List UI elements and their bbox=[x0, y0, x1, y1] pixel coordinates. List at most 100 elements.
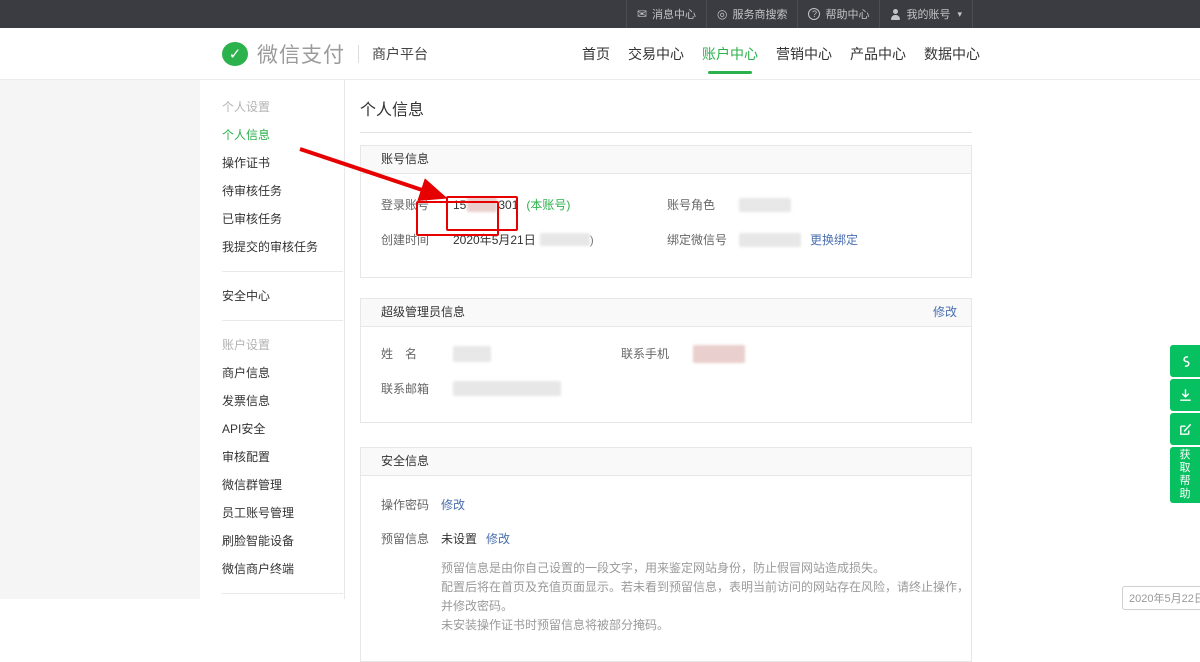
topbar-item-label: 消息中心 bbox=[652, 6, 696, 22]
account-card-header: 账号信息 bbox=[361, 146, 971, 174]
sidebar-item-api-security[interactable]: API安全 bbox=[200, 415, 344, 443]
redacted-blob bbox=[453, 381, 561, 396]
admin-card-title: 超级管理员信息 bbox=[381, 299, 465, 326]
admin-row-1: 姓 名 联系手机 bbox=[361, 336, 971, 371]
account-info-card: 账号信息 登录账号 15301 (本账号) 账号角色 创建时间 2020年5月2… bbox=[360, 145, 972, 278]
float-help-widget: 获取帮助 bbox=[1170, 345, 1200, 503]
sidebar-item-my-submitted-review-tasks[interactable]: 我提交的审核任务 bbox=[200, 233, 344, 261]
download-icon bbox=[1178, 388, 1193, 403]
caret-down-icon: ▾ bbox=[957, 9, 962, 20]
redacted-blob bbox=[467, 197, 497, 212]
nav-trade-center[interactable]: 交易中心 bbox=[628, 44, 684, 64]
help-icon: ? bbox=[808, 8, 820, 20]
topbar-item-service-search[interactable]: ◎ 服务商搜索 bbox=[706, 0, 797, 28]
sidebar-item-operation-certificate[interactable]: 操作证书 bbox=[200, 149, 344, 177]
topbar-item-help-center[interactable]: ? 帮助中心 bbox=[797, 0, 879, 28]
logo-divider bbox=[358, 45, 359, 63]
change-binding-link[interactable]: 更换绑定 bbox=[810, 231, 858, 248]
security-row-reserve: 预留信息 未设置 修改 bbox=[361, 521, 971, 555]
sidebar-divider bbox=[222, 271, 343, 272]
nav-account-center[interactable]: 账户中心 bbox=[702, 44, 758, 64]
page-title: 个人信息 bbox=[360, 96, 972, 120]
wechat-pay-logo-icon: ✓ bbox=[222, 42, 248, 66]
get-help-button[interactable]: 获取帮助 bbox=[1170, 447, 1200, 503]
download-button[interactable] bbox=[1170, 379, 1200, 411]
redacted-blob bbox=[739, 198, 791, 212]
nav-product-center[interactable]: 产品中心 bbox=[850, 44, 906, 64]
admin-edit-link[interactable]: 修改 bbox=[933, 299, 957, 326]
topbar: ✉ 消息中心 ◎ 服务商搜索? 帮助中心 我的账号 ▾ bbox=[0, 0, 1200, 28]
bound-wechat-label: 绑定微信号 bbox=[667, 231, 739, 248]
sidebar-group-header: 个人设置 bbox=[200, 93, 344, 121]
active-nav-underline bbox=[708, 71, 752, 74]
operation-password-label: 操作密码 bbox=[381, 496, 441, 513]
sidebar-divider bbox=[222, 320, 343, 321]
sidebar-item-face-smart-device[interactable]: 刷脸智能设备 bbox=[200, 527, 344, 555]
created-time-label: 创建时间 bbox=[381, 231, 453, 248]
edit-icon bbox=[1178, 422, 1193, 437]
current-account-tag: (本账号) bbox=[526, 196, 570, 213]
sidebar-item-pending-review-tasks[interactable]: 待审核任务 bbox=[200, 177, 344, 205]
admin-card-header: 超级管理员信息 修改 bbox=[361, 299, 971, 327]
corner-date-box: 2020年5月22日 bbox=[1122, 586, 1200, 610]
link-icon bbox=[1178, 354, 1193, 369]
nav-data-center[interactable]: 数据中心 bbox=[924, 44, 980, 64]
page-title-wrap: 个人信息 bbox=[360, 96, 972, 133]
security-info-card: 安全信息 操作密码 修改 预留信息 未设置 修改 预留信息是由你自己设置的一段文… bbox=[360, 447, 972, 662]
feedback-button[interactable] bbox=[1170, 413, 1200, 445]
account-icon bbox=[890, 9, 901, 20]
security-row-password: 操作密码 修改 bbox=[361, 487, 971, 521]
redacted-blob bbox=[453, 346, 491, 362]
security-card-header: 安全信息 bbox=[361, 448, 971, 476]
sidebar-divider bbox=[222, 593, 343, 594]
login-account-value: 15301 (本账号) bbox=[453, 196, 570, 213]
search-icon: ◎ bbox=[717, 8, 727, 20]
account-row-1: 登录账号 15301 (本账号) 账号角色 bbox=[361, 187, 971, 222]
name-label: 姓 名 bbox=[381, 345, 453, 362]
sidebar-item-wechat-merchant-terminal[interactable]: 微信商户终端 bbox=[200, 555, 344, 583]
logo: ✓ 微信支付 商户平台 bbox=[222, 28, 428, 80]
topbar-item-my-account[interactable]: 我的账号 ▾ bbox=[879, 0, 973, 28]
portal-label: 商户平台 bbox=[372, 44, 428, 64]
sidebar-item-merchant-info[interactable]: 商户信息 bbox=[200, 359, 344, 387]
header: ✓ 微信支付 商户平台 首页交易中心账户中心营销中心产品中心数据中心 bbox=[0, 28, 1200, 80]
sidebar: 个人设置个人信息操作证书待审核任务已审核任务我提交的审核任务安全中心账户设置商户… bbox=[200, 80, 345, 599]
sidebar-item-security-center[interactable]: 安全中心 bbox=[200, 282, 344, 310]
nav-home[interactable]: 首页 bbox=[582, 44, 610, 64]
reserve-info-description: 预留信息是由你自己设置的一段文字，用来鉴定网站身份，防止假冒网站造成损失。 配置… bbox=[441, 559, 971, 635]
account-row-2: 创建时间 2020年5月21日 ) 绑定微信号 更换绑定 bbox=[361, 222, 971, 257]
contact-phone-label: 联系手机 bbox=[621, 345, 693, 362]
left-gutter bbox=[0, 80, 200, 599]
sidebar-item-personal-info[interactable]: 个人信息 bbox=[200, 121, 344, 149]
super-admin-card: 超级管理员信息 修改 姓 名 联系手机 联系邮箱 bbox=[360, 298, 972, 423]
sidebar-item-staff-account-management[interactable]: 员工账号管理 bbox=[200, 499, 344, 527]
logo-text: 微信支付 bbox=[257, 39, 345, 69]
login-account-label: 登录账号 bbox=[381, 196, 453, 213]
sidebar-item-review-config[interactable]: 审核配置 bbox=[200, 443, 344, 471]
nav-marketing-center[interactable]: 营销中心 bbox=[776, 44, 832, 64]
hotline-link-button[interactable] bbox=[1170, 345, 1200, 377]
sidebar-item-invoice-info[interactable]: 发票信息 bbox=[200, 387, 344, 415]
account-role-label: 账号角色 bbox=[667, 196, 739, 213]
reserve-info-label: 预留信息 bbox=[381, 530, 441, 547]
account-card-title: 账号信息 bbox=[381, 146, 429, 173]
redacted-blob bbox=[540, 233, 590, 246]
topbar-items: ✉ 消息中心 ◎ 服务商搜索? 帮助中心 我的账号 ▾ bbox=[626, 0, 973, 28]
main-nav: 首页交易中心账户中心营销中心产品中心数据中心 bbox=[582, 28, 980, 80]
security-card-title: 安全信息 bbox=[381, 448, 429, 475]
topbar-item-label: 我的账号 bbox=[906, 6, 950, 22]
password-edit-link[interactable]: 修改 bbox=[441, 496, 465, 513]
topbar-item-label: 服务商搜索 bbox=[732, 6, 787, 22]
sidebar-item-reviewed-tasks[interactable]: 已审核任务 bbox=[200, 205, 344, 233]
topbar-item-message-center[interactable]: ✉ 消息中心 bbox=[626, 0, 706, 28]
reserve-edit-link[interactable]: 修改 bbox=[486, 530, 510, 547]
sidebar-item-wechat-group-management[interactable]: 微信群管理 bbox=[200, 471, 344, 499]
created-time-value: 2020年5月21日 ) bbox=[453, 231, 594, 248]
sidebar-group-header: 账户设置 bbox=[200, 331, 344, 359]
redacted-blob bbox=[693, 345, 745, 363]
message-icon: ✉ bbox=[637, 8, 647, 20]
topbar-item-label: 帮助中心 bbox=[825, 6, 869, 22]
admin-row-2: 联系邮箱 bbox=[361, 371, 971, 406]
contact-email-label: 联系邮箱 bbox=[381, 380, 453, 397]
reserve-info-value: 未设置 bbox=[441, 530, 477, 547]
